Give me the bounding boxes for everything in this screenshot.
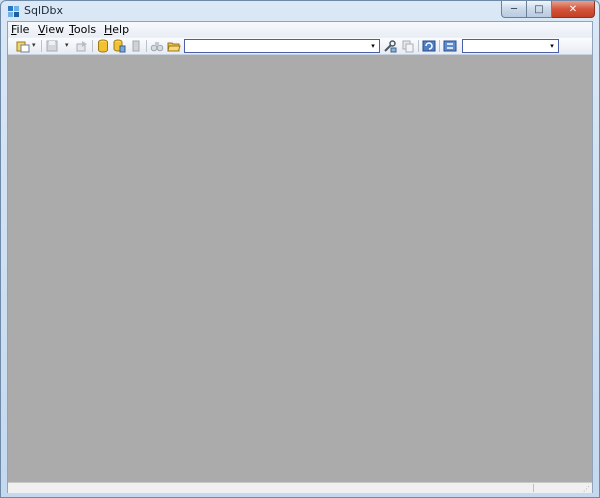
- app-window: SqlDbx ─ □ ✕ File View Tools Help ▾ ▾ ▾ …: [0, 0, 600, 498]
- status-pane: [533, 484, 534, 492]
- chevron-down-icon[interactable]: ▾: [547, 41, 557, 51]
- database-edit-icon[interactable]: [112, 39, 126, 53]
- menu-file[interactable]: File: [11, 23, 29, 36]
- export-icon[interactable]: [75, 39, 89, 53]
- new-connection-dropdown-icon[interactable]: ▾: [32, 42, 38, 49]
- refresh-icon[interactable]: [422, 39, 436, 53]
- toolbar-separator: [92, 40, 93, 52]
- find-icon[interactable]: [150, 39, 164, 53]
- mdi-workspace: [8, 55, 592, 482]
- chevron-down-icon[interactable]: ▾: [368, 41, 378, 51]
- tools-settings-icon[interactable]: [383, 39, 397, 53]
- menu-help[interactable]: Help: [104, 23, 129, 36]
- toolbar-separator: [146, 40, 147, 52]
- object-combobox[interactable]: ▾: [184, 39, 380, 53]
- caption-buttons: ─ □ ✕: [501, 1, 595, 19]
- minimize-button[interactable]: ─: [501, 1, 527, 18]
- database-switch-icon[interactable]: [443, 39, 457, 53]
- title-bar[interactable]: SqlDbx ─ □ ✕: [1, 1, 599, 21]
- maximize-button[interactable]: □: [527, 1, 552, 18]
- menu-bar: File View Tools Help: [8, 22, 592, 37]
- close-button[interactable]: ✕: [552, 1, 595, 18]
- sqldbx-app-icon: [8, 6, 19, 17]
- save-dropdown-icon[interactable]: ▾: [65, 42, 71, 49]
- open-folder-icon[interactable]: [167, 39, 181, 53]
- client-area: File View Tools Help ▾ ▾ ▾ ▾ ⋰: [7, 21, 593, 493]
- disconnect-icon[interactable]: [129, 39, 143, 53]
- copy-icon[interactable]: [401, 39, 415, 53]
- save-icon[interactable]: [45, 39, 59, 53]
- toolbar-separator: [418, 40, 419, 52]
- minimize-icon: ─: [510, 3, 518, 15]
- toolbar: ▾ ▾ ▾ ▾: [8, 38, 592, 55]
- menu-view[interactable]: View: [38, 23, 64, 36]
- new-connection-icon[interactable]: [16, 39, 30, 53]
- database-combobox[interactable]: ▾: [462, 39, 559, 53]
- toolbar-separator: [439, 40, 440, 52]
- resize-grip-icon[interactable]: ⋰: [583, 485, 591, 493]
- menu-tools[interactable]: Tools: [69, 23, 96, 36]
- window-title: SqlDbx: [24, 4, 63, 17]
- maximize-icon: □: [534, 3, 544, 15]
- connect-database-icon[interactable]: [96, 39, 110, 53]
- toolbar-separator: [41, 40, 42, 52]
- status-bar: ⋰: [8, 482, 592, 493]
- close-icon: ✕: [568, 3, 578, 15]
